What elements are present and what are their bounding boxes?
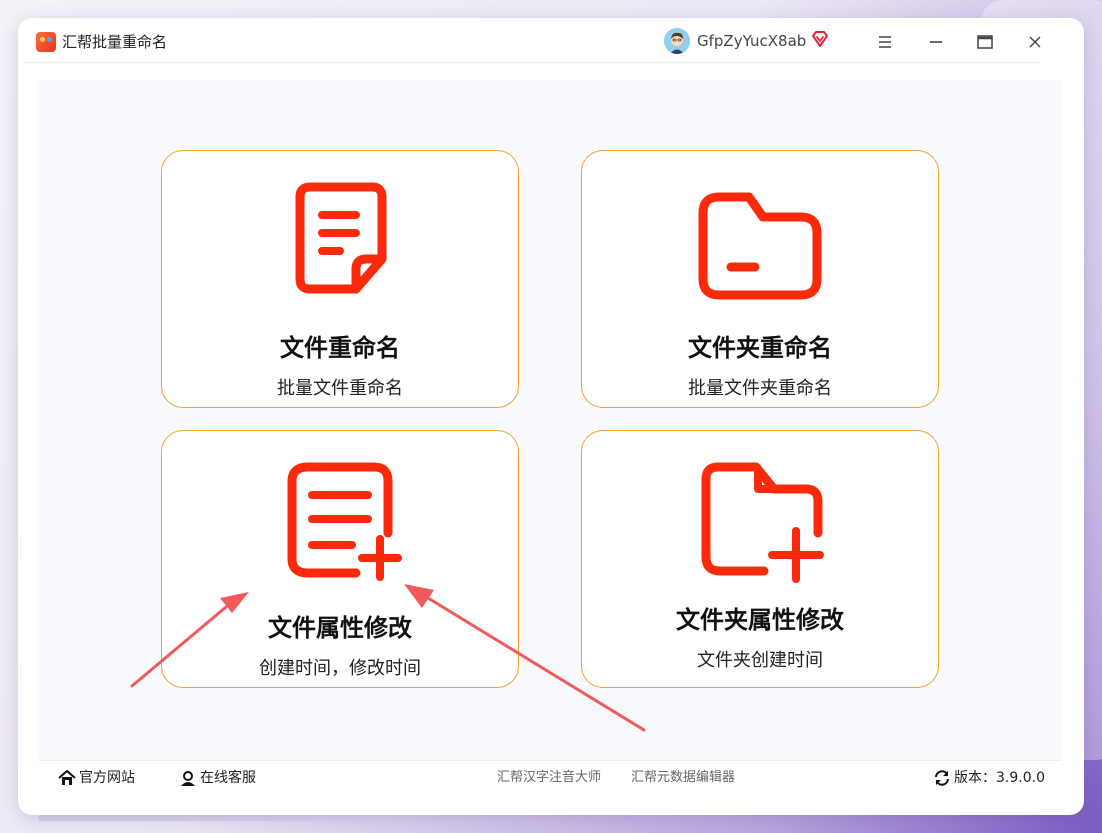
card-file-rename[interactable]: 文件重命名 批量文件重命名 <box>161 150 519 408</box>
folder-icon <box>698 192 822 300</box>
title-bar: 汇帮批量重命名 GfpZyYucX8ab <box>22 22 1041 63</box>
minimize-icon <box>930 41 942 43</box>
folder-add-icon <box>701 462 824 583</box>
card-title: 文件夹重命名 <box>688 334 832 362</box>
maximize-icon <box>977 35 993 49</box>
menu-icon <box>879 36 891 48</box>
main-content: 文件重命名 批量文件重命名 文件夹重命名 批量文件夹重命名 文件属性修改 创建时… <box>38 80 1062 760</box>
version-label: 版本： <box>954 770 996 786</box>
minimize-button[interactable] <box>922 28 950 56</box>
status-bar: 官方网站 在线客服 汇帮汉字注音大师 汇帮元数据编辑器 版本： 3.9.0.0 <box>38 760 1062 795</box>
refresh-icon <box>935 770 949 786</box>
card-subtitle: 批量文件夹重命名 <box>688 378 832 399</box>
card-title: 文件属性修改 <box>268 614 412 642</box>
website-link[interactable]: 官方网站 <box>58 769 135 787</box>
support-link[interactable]: 在线客服 <box>179 769 256 787</box>
document-icon <box>295 182 387 294</box>
home-icon <box>58 770 76 785</box>
card-subtitle: 批量文件重命名 <box>277 378 403 399</box>
card-title: 文件重命名 <box>280 334 400 362</box>
username[interactable]: GfpZyYucX8ab <box>697 31 806 51</box>
website-label: 官方网站 <box>79 770 135 786</box>
close-button[interactable] <box>1021 28 1049 56</box>
card-subtitle: 文件夹创建时间 <box>697 650 823 671</box>
document-add-icon <box>287 462 402 581</box>
headset-icon <box>181 771 195 786</box>
version-info: 版本： 3.9.0.0 <box>933 769 1045 787</box>
avatar[interactable] <box>664 28 690 54</box>
vip-diamond-icon[interactable] <box>811 30 829 52</box>
app-title: 汇帮批量重命名 <box>62 33 168 51</box>
card-subtitle: 创建时间，修改时间 <box>259 658 421 679</box>
card-title: 文件夹属性修改 <box>676 606 844 634</box>
related-app-link[interactable]: 汇帮元数据编辑器 <box>631 770 735 786</box>
card-file-attr[interactable]: 文件属性修改 创建时间，修改时间 <box>161 430 519 688</box>
maximize-button[interactable] <box>971 28 999 56</box>
card-folder-rename[interactable]: 文件夹重命名 批量文件夹重命名 <box>581 150 939 408</box>
app-logo <box>36 32 56 52</box>
related-app-link[interactable]: 汇帮汉字注音大师 <box>497 770 601 786</box>
background-strip <box>38 815 380 821</box>
version-value: 3.9.0.0 <box>996 770 1045 786</box>
support-label: 在线客服 <box>200 770 256 786</box>
card-folder-attr[interactable]: 文件夹属性修改 文件夹创建时间 <box>581 430 939 688</box>
close-icon <box>1029 36 1041 48</box>
menu-button[interactable] <box>871 28 899 56</box>
